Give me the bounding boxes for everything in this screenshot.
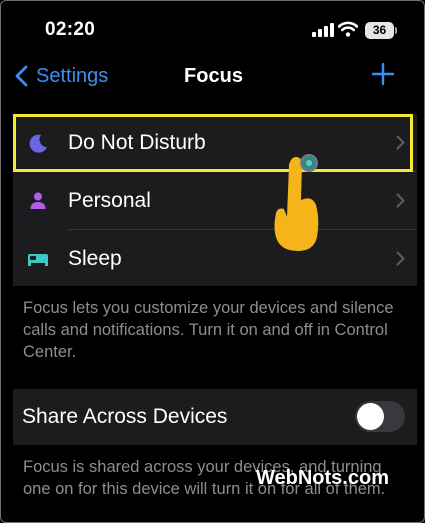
- screen: 02:20 36 Settings Focus Do Not Disturb P…: [0, 0, 425, 523]
- pointing-hand-icon: [274, 154, 319, 251]
- bed-icon: [28, 254, 48, 266]
- add-focus-button[interactable]: [371, 62, 395, 90]
- status-time: 02:20: [45, 19, 96, 40]
- focus-row-label: Do Not Disturb: [68, 130, 206, 154]
- chevron-right-icon: [396, 193, 405, 208]
- watermark: WebNots.com: [256, 467, 389, 489]
- wifi-icon: [337, 21, 359, 42]
- share-across-devices-toggle[interactable]: [355, 401, 405, 432]
- share-across-devices-label: Share Across Devices: [22, 405, 228, 428]
- battery-tip: [395, 27, 397, 34]
- page-title: Focus: [184, 65, 243, 87]
- focus-row-label: Personal: [68, 188, 151, 212]
- plus-icon: [371, 62, 395, 86]
- person-icon: [30, 192, 46, 209]
- share-across-devices-row: Share Across Devices: [13, 389, 417, 445]
- focus-description: Focus lets you customize your devices an…: [23, 299, 394, 361]
- focus-row-personal[interactable]: Personal: [13, 172, 417, 229]
- focus-modes-list: Do Not Disturb Personal Sleep: [13, 114, 417, 286]
- cellular-signal-icon: [312, 23, 334, 42]
- moon-icon: [29, 134, 47, 153]
- navigation-bar: Settings Focus: [1, 59, 424, 95]
- chevron-right-icon: [396, 135, 405, 150]
- focus-row-sleep[interactable]: Sleep: [13, 230, 417, 287]
- status-bar: 02:20 36: [1, 1, 424, 59]
- chevron-right-icon: [396, 251, 405, 266]
- focus-row-label: Sleep: [68, 246, 122, 270]
- toggle-knob: [357, 403, 384, 430]
- battery-icon: 36: [365, 22, 394, 39]
- focus-row-do-not-disturb[interactable]: Do Not Disturb: [13, 114, 417, 171]
